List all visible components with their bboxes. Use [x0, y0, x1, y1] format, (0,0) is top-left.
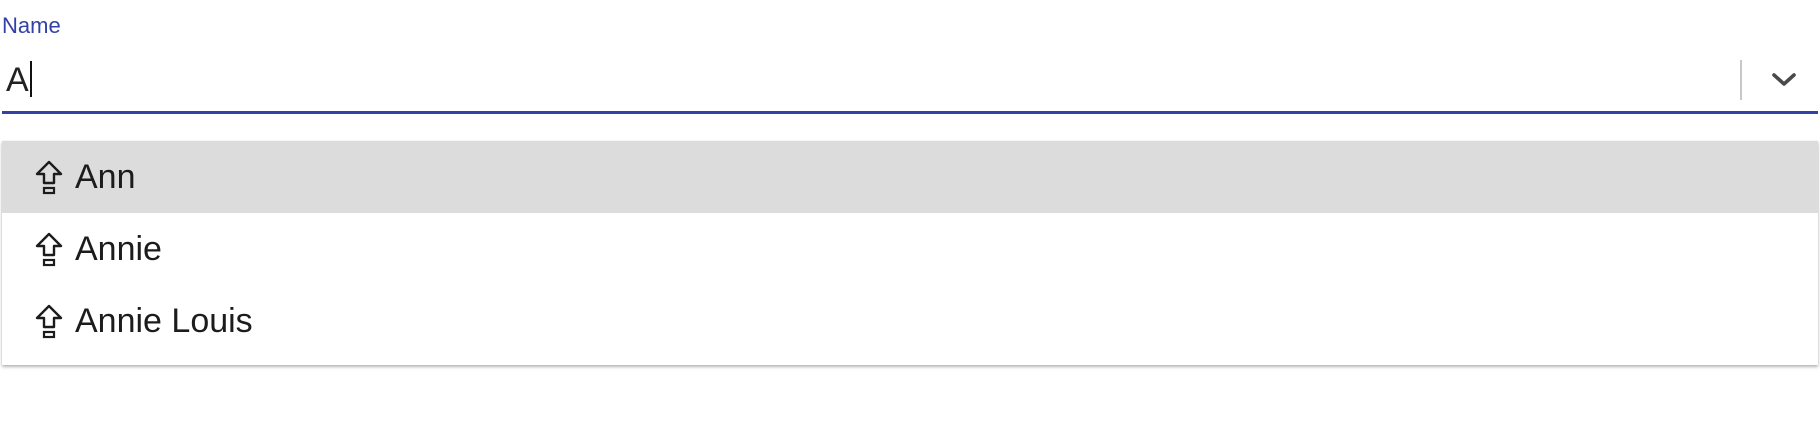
- dropdown-toggle-button[interactable]: [1762, 60, 1806, 100]
- suggestions-listbox: Ann Annie Annie Louis: [2, 141, 1818, 365]
- upload-arrow-icon: [35, 160, 63, 195]
- name-input-value: A: [6, 61, 29, 99]
- option-label: Annie Louis: [75, 302, 253, 340]
- name-field-label: Name: [2, 13, 61, 38]
- input-divider: [1740, 60, 1742, 100]
- option-annie-louis[interactable]: Annie Louis: [2, 285, 1818, 357]
- option-annie[interactable]: Annie: [2, 213, 1818, 285]
- text-caret: [29, 61, 32, 97]
- upload-arrow-icon: [35, 232, 63, 267]
- name-input[interactable]: A: [2, 50, 1818, 114]
- option-label: Ann: [75, 158, 136, 196]
- option-label: Annie: [75, 230, 162, 268]
- option-ann[interactable]: Ann: [2, 141, 1818, 213]
- upload-arrow-icon: [35, 304, 63, 339]
- chevron-down-icon: [1772, 73, 1796, 86]
